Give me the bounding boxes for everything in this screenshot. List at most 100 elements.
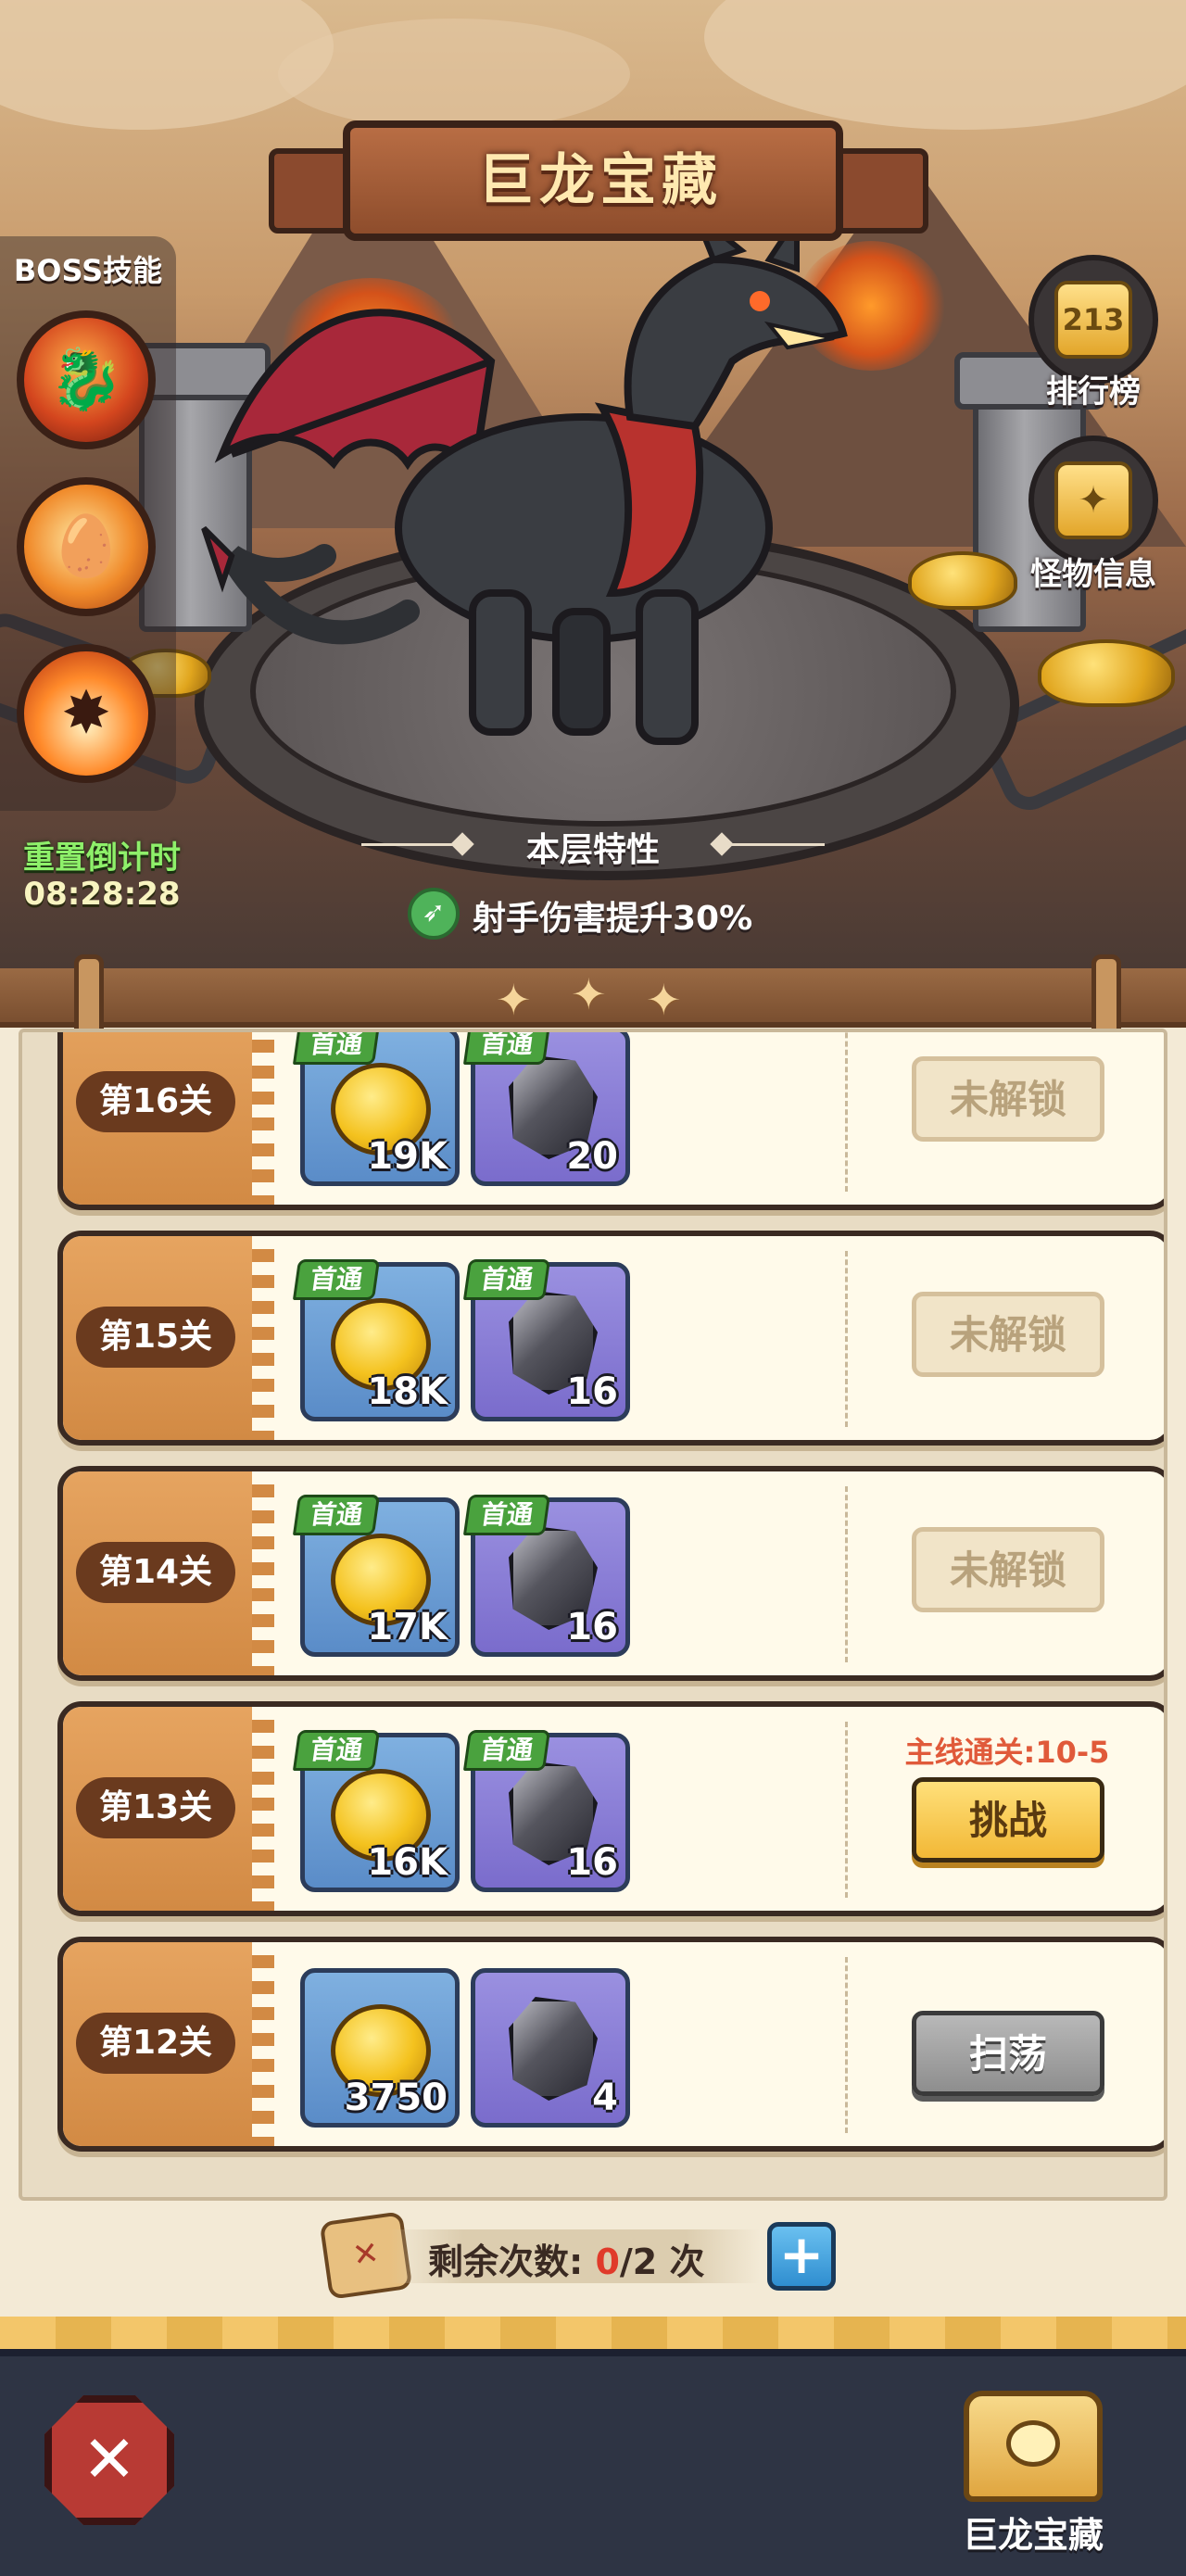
- ore-reward[interactable]: 16 首通: [462, 1495, 630, 1657]
- gold-reward[interactable]: 16K 首通: [292, 1730, 460, 1892]
- level-row: 第15关 18K 首通 16 首通 未解锁: [57, 1231, 1164, 1446]
- floor-trait-description: 射手伤害提升30%: [473, 900, 753, 938]
- boss-skills-title: BOSS技能: [13, 253, 163, 288]
- dragon-fire-skill-icon[interactable]: 🐉: [17, 310, 156, 449]
- level-row: 第13关 16K 首通 16 首通 主线通关:10-5 挑战: [57, 1701, 1164, 1916]
- level-tab-edge: [252, 1236, 274, 1440]
- dragon-treasure-tab-label[interactable]: 巨龙宝藏: [927, 2507, 1140, 2557]
- boss-skills-panel: BOSS技能 🐉 🥚 ✸: [0, 236, 176, 811]
- page-title: 巨龙宝藏: [478, 148, 723, 213]
- scroll-rod: [74, 954, 104, 1038]
- iron-ore-icon: [509, 1997, 598, 2101]
- divider: [723, 843, 825, 846]
- level-tab-edge: [252, 1707, 274, 1911]
- star-icon: ✦: [646, 975, 682, 1025]
- close-button[interactable]: ✕: [44, 2395, 174, 2525]
- podium-icon: 213: [1054, 281, 1132, 359]
- skill-glyph: ✸: [61, 679, 111, 748]
- reset-countdown-time: 08:28:28: [23, 876, 181, 913]
- cloud: [278, 19, 630, 130]
- gold-reward[interactable]: 19K 首通: [292, 1032, 460, 1186]
- level-tab-edge: [252, 1471, 274, 1675]
- level-name: 第12关: [76, 2013, 235, 2074]
- first-clear-tag: 首通: [292, 1495, 381, 1535]
- ore-amount: 4: [592, 2077, 618, 2119]
- first-clear-tag: 首通: [462, 1495, 551, 1535]
- monster-info-button[interactable]: ✦: [1028, 436, 1158, 565]
- level-row: 第16关 19K 首通 20 首通 未解锁: [57, 1032, 1164, 1210]
- gold-amount: 3750: [344, 2077, 448, 2119]
- skill-glyph: 🐉: [49, 346, 123, 414]
- first-clear-tag: 首通: [462, 1730, 551, 1771]
- gold-amount: 18K: [367, 1370, 448, 1413]
- dragon-treasure-tab-icon[interactable]: [964, 2391, 1103, 2502]
- level-name: 第13关: [76, 1777, 235, 1838]
- level-name: 第14关: [76, 1542, 235, 1603]
- challenge-button[interactable]: 挑战: [912, 1777, 1104, 1863]
- attempts-label: 剩余次数:: [428, 2241, 584, 2282]
- ore-reward[interactable]: 4: [471, 1968, 630, 2128]
- level-tab-edge: [252, 1032, 274, 1205]
- first-clear-tag: 首通: [462, 1032, 551, 1065]
- leaderboard-label: 排行榜: [1046, 373, 1141, 410]
- divider: [845, 1957, 848, 2133]
- explosion-skill-icon[interactable]: ✸: [17, 644, 156, 783]
- star-icon: ✦: [496, 975, 532, 1025]
- attempts-text: 剩余次数: 0/2 次: [428, 2233, 704, 2284]
- gold-reward[interactable]: 17K 首通: [292, 1495, 460, 1657]
- archer-bow-icon: ➶: [408, 888, 460, 940]
- treasure-chest-icon: [1006, 2420, 1060, 2467]
- scroll-rod: [1091, 954, 1121, 1038]
- monster-info-label: 怪物信息: [1030, 556, 1156, 593]
- first-clear-tag: 首通: [462, 1259, 551, 1300]
- level-name: 第15关: [76, 1307, 235, 1368]
- divider: [845, 1486, 848, 1662]
- egg-fire-skill-icon[interactable]: 🥚: [17, 477, 156, 616]
- gold-coin-pile: [1038, 639, 1175, 707]
- add-attempts-button[interactable]: +: [767, 2222, 836, 2291]
- ore-reward[interactable]: 16 首通: [462, 1259, 630, 1421]
- divider: [845, 1722, 848, 1898]
- gold-reward[interactable]: 3750: [300, 1968, 460, 2128]
- nav-border: [0, 2317, 1186, 2354]
- gold-amount: 17K: [367, 1606, 448, 1648]
- floor-trait-title: 本层特性: [525, 831, 660, 869]
- divider: [845, 1032, 848, 1192]
- level-row: 第14关 17K 首通 16 首通 未解锁: [57, 1466, 1164, 1681]
- attempts-total: /2: [619, 2241, 658, 2282]
- divider: [845, 1251, 848, 1427]
- title-banner: 巨龙宝藏: [269, 120, 928, 241]
- star-icon: ✦: [571, 969, 607, 1019]
- gold-amount: 19K: [367, 1135, 448, 1178]
- gold-reward[interactable]: 18K 首通: [292, 1259, 460, 1421]
- sweep-button[interactable]: 扫荡: [912, 2011, 1104, 2096]
- first-clear-tag: 首通: [292, 1259, 381, 1300]
- floor-trait: 本层特性 ➶ 射手伤害提升30%: [334, 815, 852, 954]
- attempts-unit: 次: [669, 2241, 705, 2282]
- leaderboard-button[interactable]: 213: [1028, 255, 1158, 385]
- locked-button[interactable]: 未解锁: [912, 1056, 1104, 1142]
- level-name: 第16关: [76, 1071, 235, 1132]
- level-tab-edge: [252, 1942, 274, 2146]
- gold-amount: 16K: [367, 1841, 448, 1884]
- reset-countdown-label: 重置倒计时: [23, 840, 181, 877]
- attempts-used: 0: [595, 2241, 620, 2282]
- ore-amount: 16: [566, 1841, 618, 1884]
- ore-amount: 20: [566, 1135, 618, 1178]
- level-row: 第12关 3750 4 扫荡: [57, 1937, 1164, 2152]
- first-clear-tag: 首通: [292, 1032, 381, 1065]
- monster-book-icon: ✦: [1054, 461, 1132, 539]
- title-plate: 巨龙宝藏: [343, 120, 843, 241]
- locked-button[interactable]: 未解锁: [912, 1292, 1104, 1377]
- locked-button[interactable]: 未解锁: [912, 1527, 1104, 1612]
- dragon-boss-icon: [201, 222, 848, 745]
- remaining-attempts: ✕ 剩余次数: 0/2 次 +: [319, 2211, 843, 2300]
- skill-glyph: 🥚: [49, 512, 123, 581]
- level-list[interactable]: 第16关 19K 首通 20 首通 未解锁 第15关 18K 首通 16 首通 未解锁 第14关 17K 首…: [19, 1029, 1167, 2201]
- ore-reward[interactable]: 20 首通: [462, 1032, 630, 1186]
- ore-amount: 16: [566, 1370, 618, 1413]
- unlock-requirement: 主线通关:10-5: [904, 1735, 1110, 1770]
- ore-amount: 16: [566, 1606, 618, 1648]
- cloud: [704, 0, 1186, 130]
- ore-reward[interactable]: 16 首通: [462, 1730, 630, 1892]
